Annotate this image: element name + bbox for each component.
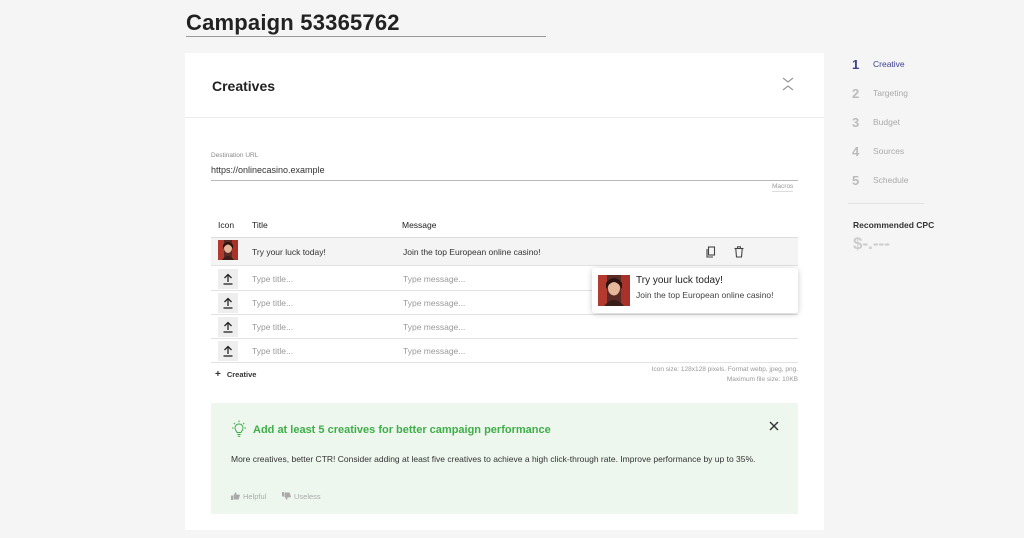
upload-icon-button[interactable]	[218, 293, 238, 313]
creatives-card-header: Creatives	[185, 53, 824, 118]
creative-message-input[interactable]: Join the top European online casino!	[403, 247, 541, 257]
tip-helpful-label: Helpful	[243, 492, 267, 501]
icon-size-hint-line2: Maximum file size: 10KB	[726, 376, 798, 383]
preview-title: Try your luck today!	[636, 275, 723, 286]
upload-icon-button[interactable]	[218, 341, 238, 361]
creative-row: Type title... Type message...	[211, 339, 798, 363]
step-label: Sources	[873, 146, 905, 156]
destination-url-label: Destination URL	[211, 152, 259, 159]
creative-row: Try your luck today! Join the top Europe…	[211, 238, 798, 266]
tip-close-button[interactable]	[767, 419, 781, 433]
creative-message-input[interactable]: Type message...	[403, 322, 465, 332]
tip-banner: Add at least 5 creatives for better camp…	[211, 403, 798, 514]
steps-divider	[848, 203, 924, 204]
thumbs-up-icon	[231, 492, 240, 500]
preview-image	[598, 275, 630, 306]
creative-message-input[interactable]: Type message...	[403, 274, 465, 284]
step-schedule[interactable]: 5 Schedule	[852, 173, 952, 191]
creative-title-input[interactable]: Type title...	[252, 298, 293, 308]
destination-url-input[interactable]: https://onlinecasino.example	[211, 165, 325, 175]
recommended-cpc-label: Recommended CPC	[853, 220, 935, 230]
step-number: 2	[852, 86, 860, 101]
column-header-title: Title	[252, 220, 268, 230]
step-number: 3	[852, 115, 860, 130]
creative-preview-popup: Try your luck today! Join the top Europe…	[592, 268, 798, 313]
trash-icon	[734, 246, 744, 258]
step-budget[interactable]: 3 Budget	[852, 115, 952, 133]
copy-icon	[706, 246, 716, 258]
upload-icon	[223, 297, 233, 309]
tip-useless-label: Useless	[294, 492, 321, 501]
creative-row: Type title... Type message...	[211, 315, 798, 339]
upload-icon	[223, 273, 233, 285]
thumbs-down-icon	[282, 492, 291, 500]
upload-icon-button[interactable]	[218, 269, 238, 289]
upload-icon	[223, 345, 233, 357]
tip-helpful-button[interactable]: Helpful	[231, 492, 266, 501]
step-number: 5	[852, 173, 860, 188]
tip-useless-button[interactable]: Useless	[282, 492, 321, 501]
destination-url-underline	[211, 180, 798, 181]
step-label: Targeting	[873, 88, 908, 98]
collapse-button[interactable]	[778, 75, 798, 93]
tip-bulb	[231, 420, 247, 438]
step-sources[interactable]: 4 Sources	[852, 144, 952, 162]
creative-title-input[interactable]: Try your luck today!	[252, 247, 326, 257]
step-label: Creative	[873, 59, 905, 69]
creative-title-input[interactable]: Type title...	[252, 322, 293, 332]
recommended-cpc-value: $-.---	[853, 234, 890, 253]
plus-icon: +	[215, 369, 221, 380]
step-targeting[interactable]: 2 Targeting	[852, 86, 952, 104]
add-creative-button[interactable]: + Creative	[215, 369, 256, 380]
icon-size-hint: Icon size: 128x128 pixels. Format webp, …	[558, 365, 798, 385]
duplicate-creative-button[interactable]	[705, 245, 717, 258]
close-icon	[769, 421, 779, 431]
creative-icon-image[interactable]	[218, 240, 238, 260]
creative-message-input[interactable]: Type message...	[403, 346, 465, 356]
step-number: 1	[852, 57, 860, 72]
upload-icon	[223, 321, 233, 333]
column-header-message: Message	[402, 220, 437, 230]
page-title: Campaign 53365762	[186, 10, 400, 35]
macros-link[interactable]: Macros	[772, 183, 794, 192]
upload-icon-button[interactable]	[218, 317, 238, 337]
creative-message-input[interactable]: Type message...	[403, 298, 465, 308]
step-number: 4	[852, 144, 860, 159]
add-creative-label: Creative	[226, 370, 257, 379]
creatives-card-title: Creatives	[212, 78, 276, 94]
delete-creative-button[interactable]	[733, 245, 745, 258]
tip-title: Add at least 5 creatives for better camp…	[253, 424, 551, 436]
column-header-icon: Icon	[218, 220, 235, 230]
page-title-underline	[186, 36, 546, 37]
creative-title-input[interactable]: Type title...	[252, 274, 293, 284]
creative-title-input[interactable]: Type title...	[252, 346, 293, 356]
collapse-chevrons-icon	[782, 77, 794, 91]
step-label: Budget	[873, 117, 900, 127]
step-creative[interactable]: 1 Creative	[852, 57, 952, 75]
icon-size-hint-line1: Icon size: 128x128 pixels. Format webp, …	[651, 366, 798, 373]
step-label: Schedule	[873, 175, 909, 185]
preview-message: Join the top European online casino!	[636, 290, 774, 300]
tip-body: More creatives, better CTR! Consider add…	[231, 454, 756, 464]
lightbulb-icon	[232, 420, 246, 437]
